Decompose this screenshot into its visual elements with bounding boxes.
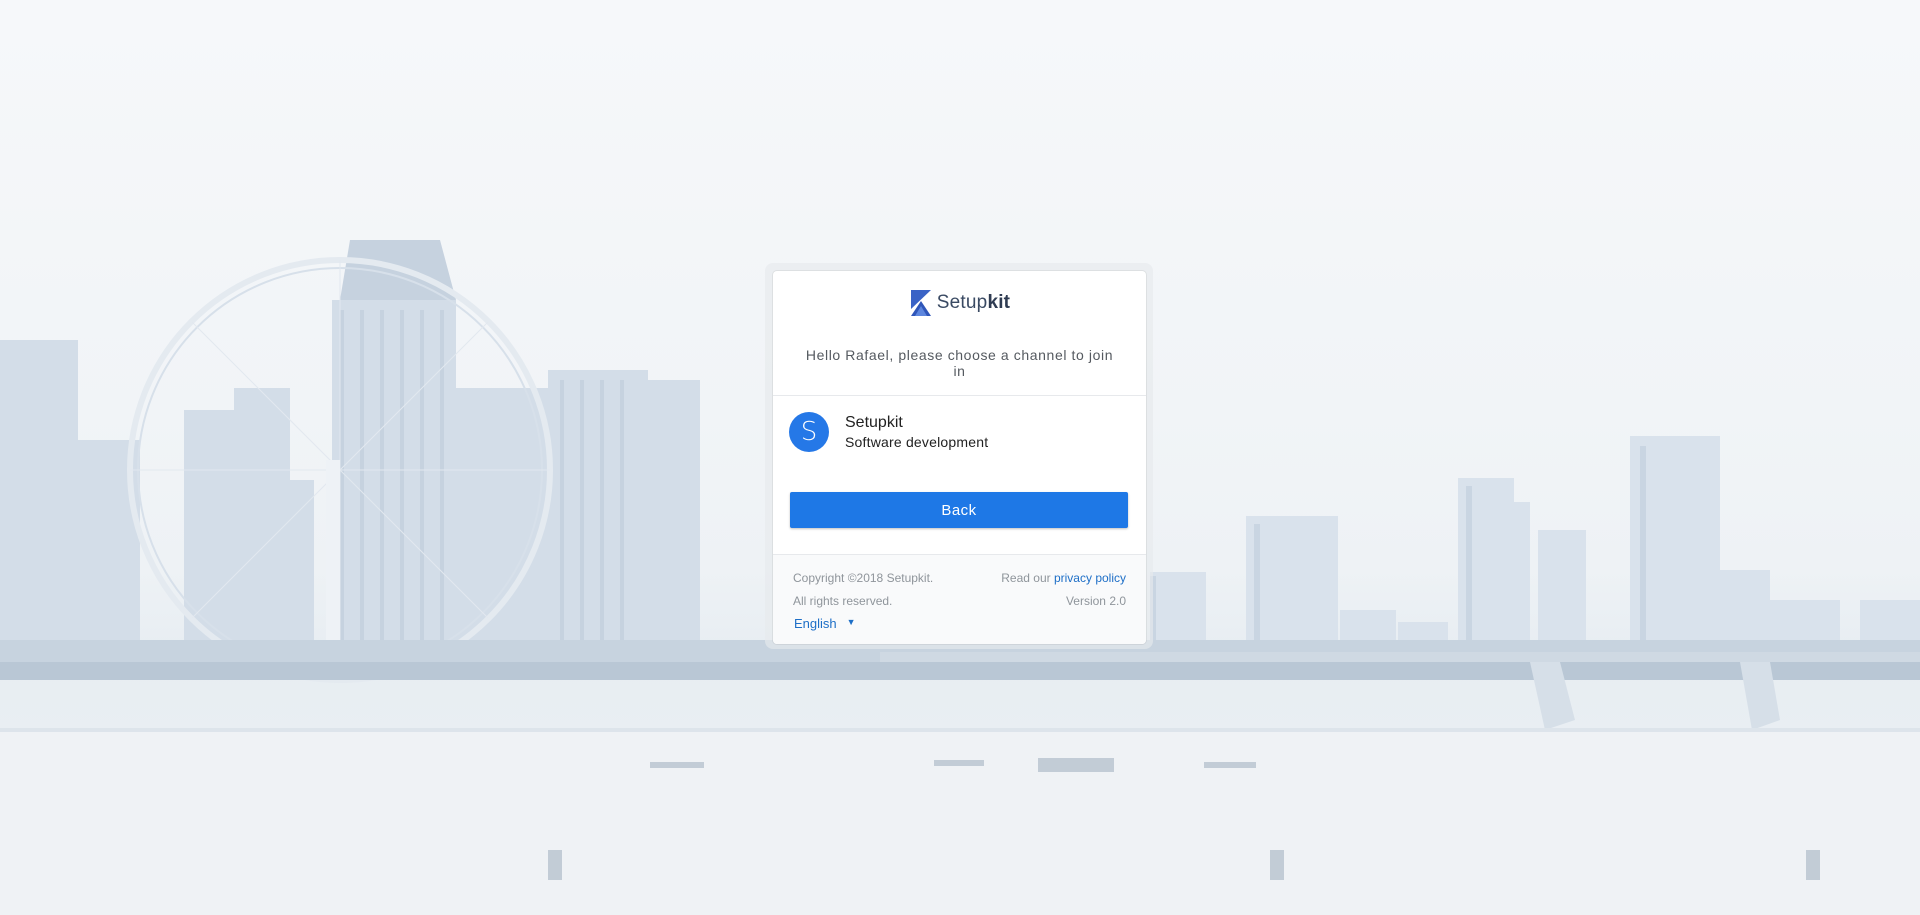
divider xyxy=(773,395,1146,396)
card-footer: Copyright ©2018 Setupkit. Read our priva… xyxy=(773,554,1146,644)
privacy-policy-link[interactable]: privacy policy xyxy=(1054,571,1126,585)
back-button[interactable]: Back xyxy=(790,492,1128,528)
copyright-text: Copyright ©2018 Setupkit. xyxy=(793,571,934,585)
channel-name: Setupkit xyxy=(845,414,903,431)
channel-select-card: Setupkit Hello Rafael, please choose a c… xyxy=(773,271,1146,644)
caret-down-icon: ▼ xyxy=(846,616,856,627)
channel-text: Setupkit Software development xyxy=(845,413,988,451)
login-page: Setupkit Hello Rafael, please choose a c… xyxy=(0,0,1920,915)
brand-name: Setupkit xyxy=(936,292,1011,313)
brand-logo: Setupkit xyxy=(773,289,1146,317)
greeting-text: Hello Rafael, please choose a channel to… xyxy=(805,347,1114,379)
privacy-text: Read our privacy policy xyxy=(1001,571,1126,585)
rights-text: All rights reserved. xyxy=(793,594,893,608)
read-our-text: Read our xyxy=(1001,571,1051,585)
version-text: Version 2.0 xyxy=(1065,594,1126,608)
channel-item-setupkit[interactable]: S Setupkit Software development xyxy=(789,410,1129,454)
setupkit-logo-icon xyxy=(910,290,931,316)
footer-row-2: All rights reserved. Version 2.0 xyxy=(793,594,1126,608)
footer-row-1: Copyright ©2018 Setupkit. Read our priva… xyxy=(793,571,1126,585)
channel-avatar: S xyxy=(789,412,829,452)
language-selector[interactable]: English ▼ xyxy=(794,616,856,631)
language-label: English xyxy=(794,616,837,631)
channel-description: Software development xyxy=(845,434,989,450)
